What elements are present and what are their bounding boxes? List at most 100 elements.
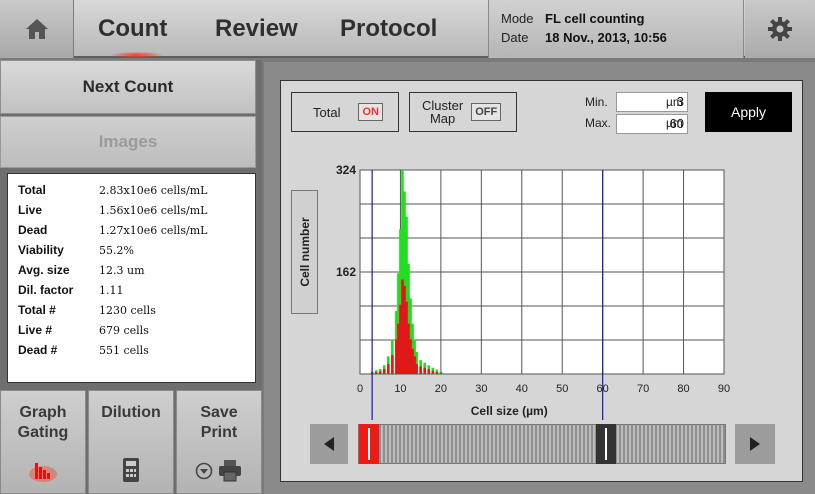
result-label: Dead # <box>18 343 58 357</box>
result-value: 1.11 <box>99 283 124 297</box>
result-value: 1.56x10e6 cells/mL <box>99 203 208 217</box>
result-label: Dead <box>18 223 48 237</box>
home-icon <box>25 19 48 39</box>
min-size-handle[interactable] <box>359 424 379 464</box>
result-row: Dead 1.27x10e6 cells/mL <box>18 220 245 240</box>
images-button[interactable]: Images <box>0 116 256 168</box>
y-tick-label: 324 <box>336 163 356 177</box>
result-row: Viability 55.2% <box>18 240 245 260</box>
dead-bar <box>391 355 394 374</box>
result-label: Avg. size <box>18 263 70 277</box>
x-tick-label: 40 <box>516 383 528 395</box>
tab-protocol[interactable]: Protocol <box>340 0 437 58</box>
total-label: Total <box>313 104 341 120</box>
settings-button[interactable] <box>745 0 815 58</box>
result-row: Dead # 551 cells <box>18 340 245 360</box>
cluster-map-toggle[interactable]: Cluster Map OFF <box>409 92 517 132</box>
tab-label: Count <box>98 15 168 42</box>
x-tick-label: 60 <box>597 383 609 395</box>
result-value: 551 cells <box>99 343 149 357</box>
arrow-left-icon <box>324 437 334 451</box>
tab-review[interactable]: Review <box>215 0 298 58</box>
min-label: Min. <box>585 95 608 109</box>
total-state: ON <box>358 103 383 121</box>
histogram-chart: 0 10 20 30 40 50 60 70 80 90 162 324 Cell size (µm) <box>336 163 730 420</box>
save-print-button[interactable]: Save Print <box>176 390 262 494</box>
result-label: Viability <box>18 243 64 257</box>
dead-bar <box>431 370 435 374</box>
dead-bar <box>439 372 443 374</box>
arrow-right-icon <box>750 437 760 451</box>
x-tick-label: 30 <box>475 383 487 395</box>
mode-info: Mode FL cell counting Date 18 Nov., 2013… <box>488 0 744 58</box>
dilution-button[interactable]: Dilution <box>88 390 174 494</box>
result-label: Dil. factor <box>18 283 74 297</box>
apply-button[interactable]: Apply <box>705 92 792 132</box>
dead-bar <box>435 372 439 374</box>
left-panel: Next Count Images Total 2.83x10e6 cells/m… <box>0 60 262 494</box>
dead-bar <box>382 368 386 374</box>
result-value: 1230 cells <box>99 303 156 317</box>
x-axis-label: Cell size (µm) <box>471 404 548 418</box>
result-value: 12.3 um <box>99 263 145 277</box>
next-count-button[interactable]: Next Count <box>0 60 256 114</box>
active-tab-indicator <box>112 52 162 58</box>
max-unit: µm <box>666 116 683 130</box>
min-unit: µm <box>666 95 683 109</box>
slider-left-button[interactable] <box>310 424 348 464</box>
tab-label: Review <box>215 15 298 42</box>
calculator-icon <box>123 458 139 482</box>
top-bar: Count Review Protocol Mode FL cell count… <box>0 0 815 58</box>
slider-right-button[interactable] <box>735 424 775 464</box>
size-range-track[interactable] <box>358 424 726 464</box>
y-axis-label: Cell number <box>297 217 312 287</box>
tab-label: Protocol <box>340 15 438 42</box>
dropdown-circle-icon <box>195 462 213 480</box>
result-value: 2.83x10e6 cells/mL <box>99 183 208 197</box>
home-button[interactable] <box>0 0 74 58</box>
dead-bar <box>427 368 431 374</box>
result-row: Avg. size 12.3 um <box>18 260 245 280</box>
handle-grip <box>605 428 607 460</box>
print-label: Print <box>200 424 238 441</box>
result-row: Live # 679 cells <box>18 320 245 340</box>
result-row: Total # 1230 cells <box>18 300 245 320</box>
result-value: 55.2% <box>99 243 134 257</box>
mode-value: FL cell counting <box>545 11 645 26</box>
result-row: Live 1.56x10e6 cells/mL <box>18 200 245 220</box>
map-label: Map <box>429 111 456 126</box>
histogram-icon <box>29 463 57 482</box>
result-value: 1.27x10e6 cells/mL <box>99 223 208 237</box>
date-label: Date <box>501 30 529 45</box>
y-axis-label-box: Cell number <box>291 190 318 314</box>
dead-bar <box>378 371 382 374</box>
x-tick-label: 50 <box>556 383 568 395</box>
result-row: Total 2.83x10e6 cells/mL <box>18 180 245 200</box>
result-label: Total # <box>18 303 56 317</box>
dead-bar <box>415 363 418 374</box>
y-tick-label: 162 <box>336 265 356 279</box>
gear-icon <box>768 17 792 41</box>
results-panel: Total 2.83x10e6 cells/mL Live 1.56x10e6 cel… <box>7 173 256 383</box>
save-label: Save <box>200 404 238 421</box>
apply-label: Apply <box>730 104 767 120</box>
graph-label: Graph <box>19 404 67 421</box>
next-count-label: Next Count <box>82 77 174 96</box>
printer-icon <box>219 460 241 482</box>
cluster-state: OFF <box>471 103 502 121</box>
total-toggle[interactable]: Total ON <box>291 92 399 132</box>
handle-grip <box>368 428 370 460</box>
result-row: Dil. factor 1.11 <box>18 280 245 300</box>
tab-count[interactable]: Count <box>98 0 167 58</box>
graph-gating-button[interactable]: Graph Gating <box>0 390 86 494</box>
x-tick-label: 20 <box>435 383 447 395</box>
max-size-handle[interactable] <box>596 424 616 464</box>
x-tick-label: 0 <box>357 383 363 395</box>
x-tick-label: 70 <box>637 383 649 395</box>
result-label: Total <box>18 183 46 197</box>
dead-bar <box>419 366 422 374</box>
x-tick-label: 90 <box>718 383 730 395</box>
x-tick-label: 80 <box>677 383 689 395</box>
dead-bar <box>423 367 427 374</box>
dead-bar <box>387 363 390 374</box>
